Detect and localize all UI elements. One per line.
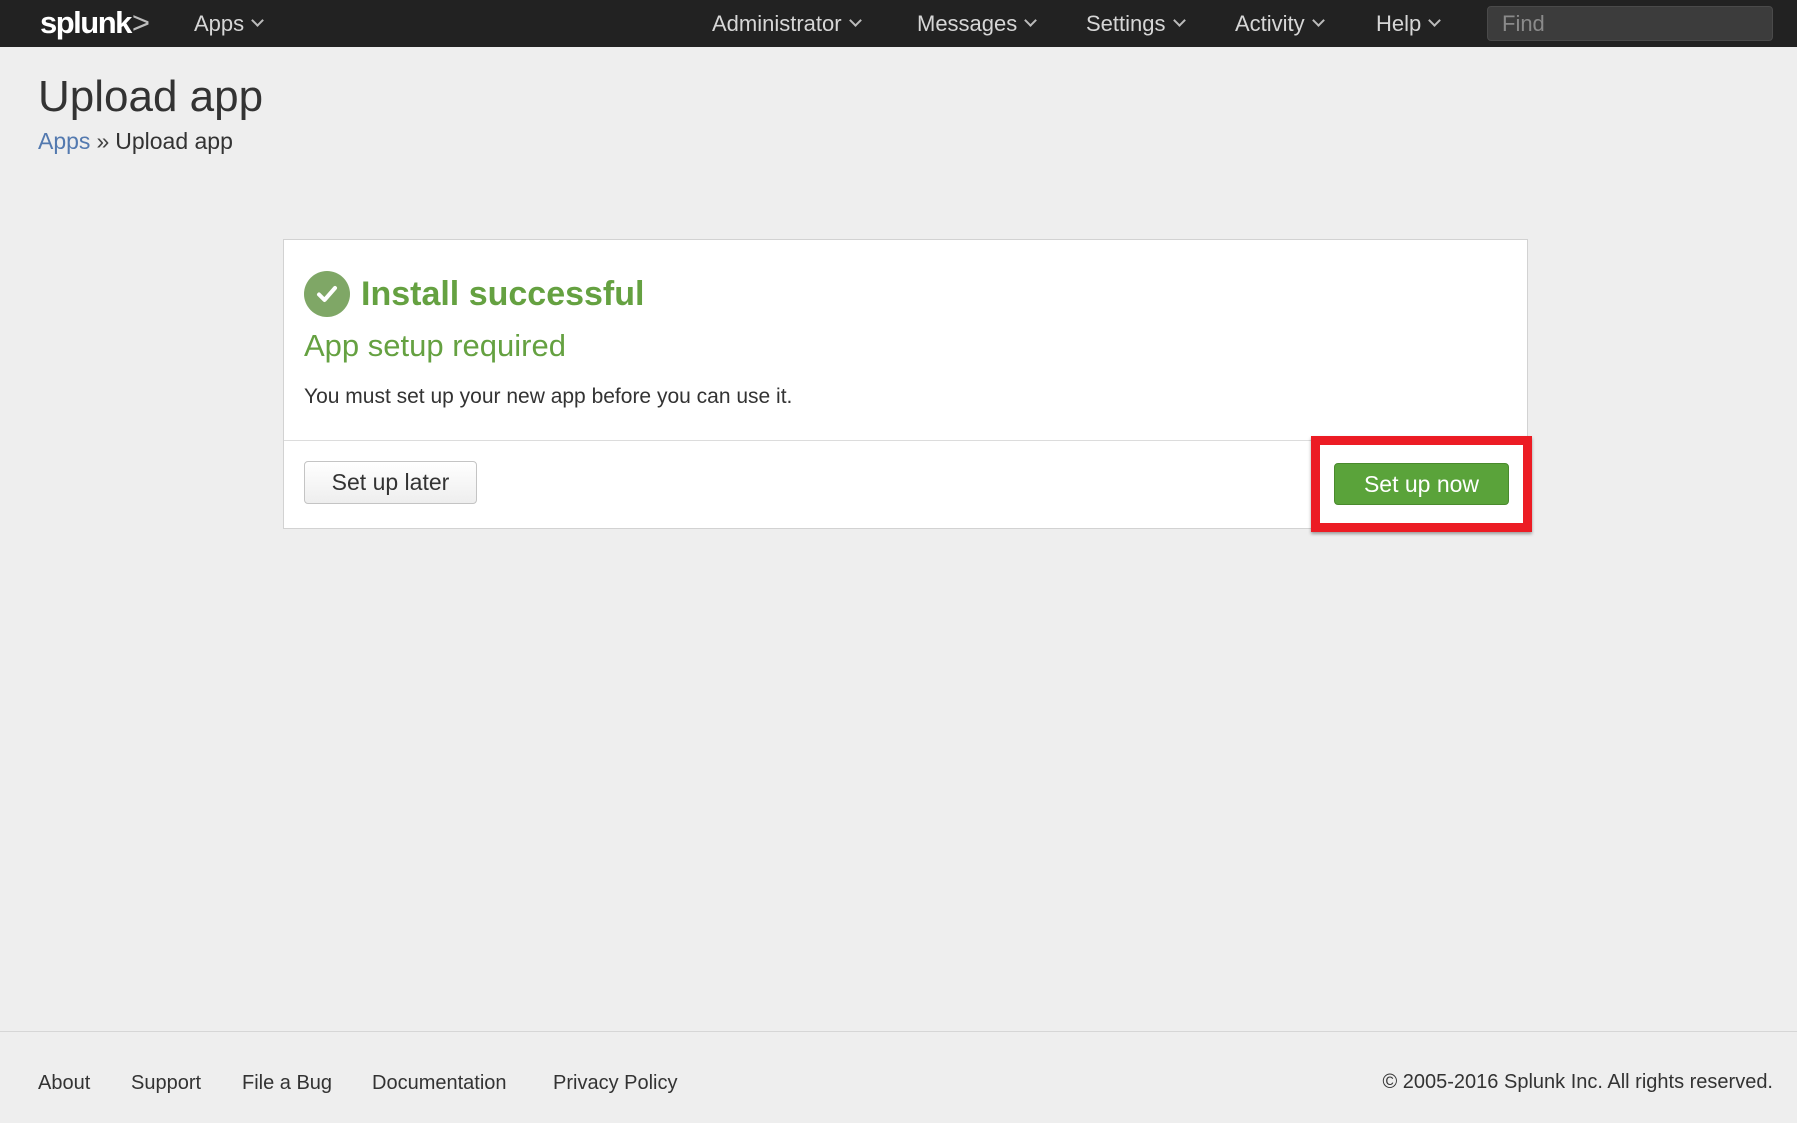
setup-message: You must set up your new app before you … [304, 385, 793, 408]
setup-required-subheading: App setup required [304, 328, 566, 363]
nav-messages-menu[interactable]: Messages [917, 0, 1038, 47]
breadcrumb-current: Upload app [115, 128, 233, 154]
chevron-down-icon [848, 14, 862, 27]
breadcrumb-separator: » [96, 128, 110, 154]
nav-help-label: Help [1376, 10, 1422, 36]
footer-divider [0, 1031, 1797, 1032]
logo-text: splunk [40, 5, 132, 40]
footer-privacy-policy-link[interactable]: Privacy Policy [553, 1072, 677, 1095]
nav-apps-menu[interactable]: Apps [194, 0, 265, 47]
chevron-down-icon [1172, 14, 1186, 27]
nav-apps-label: Apps [194, 10, 245, 36]
footer-file-bug-link[interactable]: File a Bug [242, 1072, 332, 1095]
find-input[interactable] [1487, 6, 1773, 41]
nav-help-menu[interactable]: Help [1376, 0, 1442, 47]
footer-documentation-link[interactable]: Documentation [372, 1072, 507, 1095]
breadcrumb: Apps» Upload app [38, 128, 233, 155]
splunk-logo[interactable]: splunk> [40, 5, 150, 40]
chevron-down-icon [1428, 14, 1442, 27]
card-body: Install successful App setup required Yo… [284, 240, 1527, 441]
nav-activity-label: Activity [1235, 10, 1305, 36]
nav-settings-label: Settings [1086, 10, 1166, 36]
nav-messages-label: Messages [917, 10, 1018, 36]
nav-administrator-menu[interactable]: Administrator [712, 0, 862, 47]
install-success-heading: Install successful [361, 275, 645, 313]
breadcrumb-apps-link[interactable]: Apps [38, 128, 90, 154]
set-up-later-button[interactable]: Set up later [304, 461, 477, 504]
chevron-down-icon [1024, 14, 1038, 27]
chevron-down-icon [1311, 14, 1325, 27]
set-up-now-button[interactable]: Set up now [1334, 463, 1509, 505]
nav-activity-menu[interactable]: Activity [1235, 0, 1325, 47]
nav-settings-menu[interactable]: Settings [1086, 0, 1186, 47]
footer-about-link[interactable]: About [38, 1072, 90, 1095]
footer-support-link[interactable]: Support [131, 1072, 201, 1095]
page-title: Upload app [38, 72, 264, 121]
top-nav-bar: splunk> Apps Administrator Messages Sett… [0, 0, 1797, 47]
checkmark-icon [304, 271, 350, 317]
chevron-down-icon [251, 14, 265, 27]
copyright-text: © 2005-2016 Splunk Inc. All rights reser… [1382, 1071, 1773, 1093]
logo-chevron: > [131, 5, 150, 40]
nav-administrator-label: Administrator [712, 10, 842, 36]
